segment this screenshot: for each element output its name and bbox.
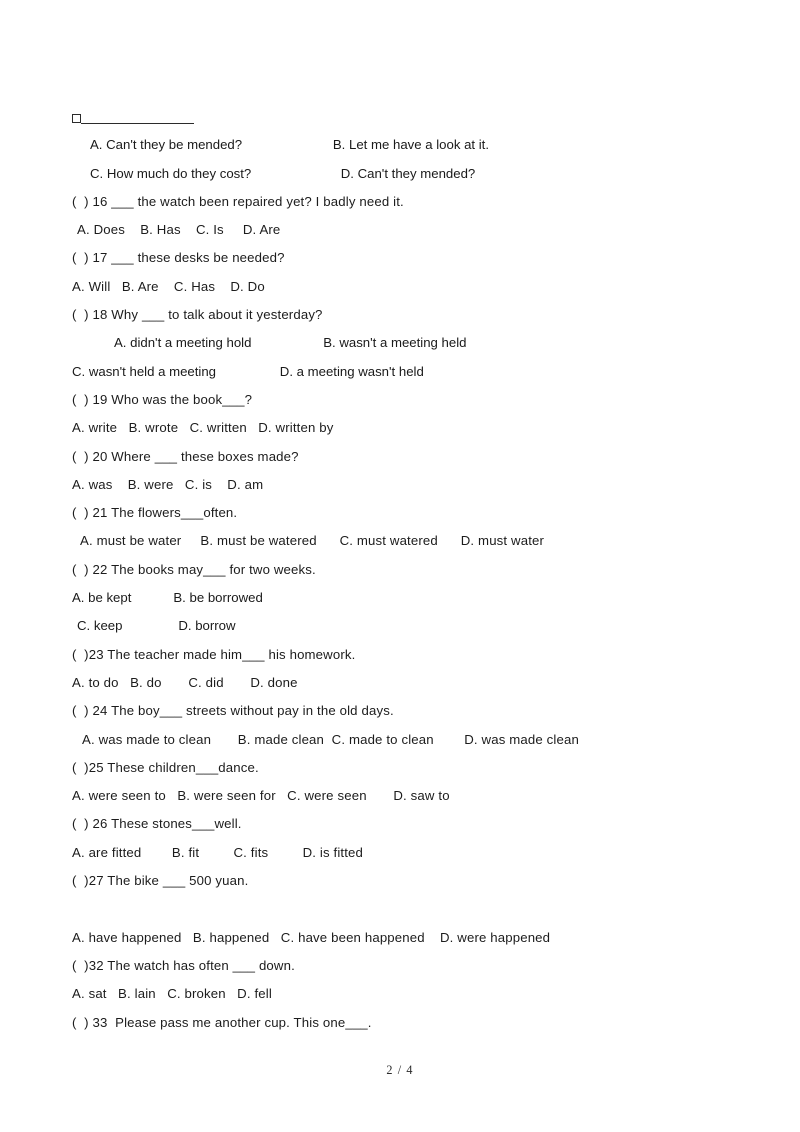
option-col-left: C. wasn't held a meeting [72, 363, 216, 379]
text-line: A. must be water B. must be watered C. m… [80, 533, 545, 549]
empty-checkbox-icon [72, 113, 81, 123]
text-line: A. write B. wrote C. written D. written … [72, 420, 334, 436]
text-line: ( )27 The bike ___ 500 yuan. [72, 873, 249, 889]
text-line: ( ) 24 The boy___ streets without pay in… [72, 703, 394, 719]
question-stem-blank-row [72, 103, 752, 131]
text-line: ( ) 22 The books may___ for two weeks. [72, 561, 316, 577]
option-col-right: D. Can't they mended? [340, 165, 476, 181]
page-footer: 2 / 4 [386, 1063, 414, 1077]
text-line: ( ) 19 Who was the book___? [72, 391, 253, 407]
text-line: ( ) 26 These stones___well. [72, 816, 242, 832]
text-line [72, 895, 752, 923]
question-lines: A. Can't they be mended? B. Let me have a… [72, 131, 752, 1037]
text-line: ( ) 16 ___ the watch been repaired yet? … [72, 193, 404, 209]
text-line: A. were seen to B. were seen for C. were… [72, 788, 450, 804]
exam-content: A. Can't they be mended? B. Let me have a… [72, 103, 752, 1037]
option-col-right: B. be borrowed [173, 590, 263, 606]
option-col-left: A. be kept [72, 590, 132, 606]
text-line: A. have happened B. happened C. have bee… [72, 929, 551, 945]
option-row: A. didn't a meeting hold B. wasn't a meet… [72, 329, 752, 357]
text-line: ( ) 17 ___ these desks be needed? [72, 250, 285, 266]
text-line: ( )32 The watch has often ___ down. [72, 957, 295, 973]
option-col-right: D. a meeting wasn't held [279, 363, 424, 379]
option-row: C. How much do they cost? D. Can't they m… [72, 160, 752, 188]
text-line: A. Will B. Are C. Has D. Do [72, 278, 265, 294]
text-line: ( ) 21 The flowers___often. [72, 505, 238, 521]
text-line: A. sat B. lain C. broken D. fell [72, 986, 272, 1002]
option-row: C. keep D. borrow [72, 612, 752, 640]
option-row: A. Can't they be mended? B. Let me have a… [72, 131, 752, 159]
option-col-right: B. wasn't a meeting held [323, 335, 467, 351]
text-line: A. Does B. Has C. Is D. Are [77, 222, 281, 238]
text-line: ( ) 33 Please pass me another cup. This … [72, 1014, 372, 1030]
text-line: A. to do B. do C. did D. done [72, 674, 298, 690]
text-line: ( ) 18 Why ___ to talk about it yesterda… [72, 307, 323, 323]
text-line: A. was made to clean B. made clean C. ma… [82, 731, 579, 747]
option-col-left: A. didn't a meeting hold [114, 335, 252, 351]
option-col-left: C. How much do they cost? [90, 165, 252, 181]
document-page: A. Can't they be mended? B. Let me have a… [0, 0, 800, 1132]
option-col-left: C. keep [77, 618, 123, 634]
text-line: ( )23 The teacher made him___ his homewo… [72, 646, 356, 662]
option-col-right: B. Let me have a look at it. [332, 137, 490, 153]
text-line: ( ) 20 Where ___ these boxes made? [72, 448, 299, 464]
text-line: A. are fitted B. fit C. fits D. is fitte… [72, 844, 364, 860]
option-row: C. wasn't held a meeting D. a meeting was… [72, 358, 752, 386]
option-col-right: D. borrow [178, 618, 236, 634]
option-row: A. be kept B. be borrowed [72, 584, 752, 612]
answer-blank-rule [81, 122, 194, 125]
option-col-left: A. Can't they be mended? [90, 137, 243, 153]
text-line: A. was B. were C. is D. am [72, 476, 264, 492]
text-line: ( )25 These children___dance. [72, 759, 259, 775]
